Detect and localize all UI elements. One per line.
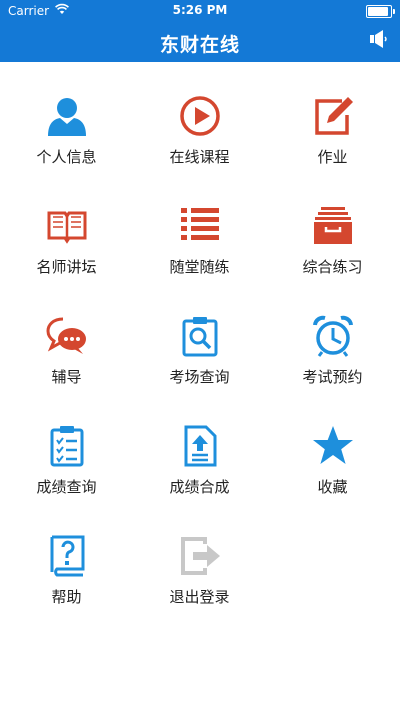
menu-item-label: 考试预约 — [302, 368, 363, 386]
menu-item-score-synthesis[interactable]: 成绩合成 — [133, 392, 266, 502]
menu-item-label: 辅导 — [51, 368, 82, 386]
archive-icon — [314, 207, 352, 244]
page-title: 东财在线 — [159, 34, 240, 56]
menu-item-comprehensive-exercise[interactable]: 综合练习 — [266, 172, 399, 282]
menu-item-label: 作业 — [317, 148, 348, 166]
menu-item-exam-booking[interactable]: 考试预约 — [266, 282, 399, 392]
chat-bubbles-icon — [46, 317, 86, 354]
menu-item-label: 帮助 — [51, 588, 82, 606]
clock: 5:26 PM — [172, 3, 228, 17]
play-circle-icon — [180, 96, 220, 136]
menu-item-label: 考场查询 — [169, 368, 230, 386]
menu-item-help[interactable]: 帮助 — [0, 502, 133, 612]
menu-item-lectures[interactable]: 名师讲坛 — [0, 172, 133, 282]
book-icon — [47, 211, 87, 244]
menu-item-label: 成绩合成 — [169, 478, 230, 496]
edit-icon — [315, 97, 353, 135]
menu-item-label: 收藏 — [317, 478, 348, 496]
menu-item-label: 成绩查询 — [36, 478, 97, 496]
app-header: Carrier 5:26 PM 东财在线 — [0, 0, 400, 62]
help-book-icon — [50, 535, 85, 577]
menu-item-label: 退出登录 — [169, 588, 230, 606]
list-icon — [181, 208, 219, 240]
menu-item-label: 综合练习 — [302, 258, 363, 276]
speaker-icon[interactable] — [368, 28, 390, 50]
checklist-clipboard-icon — [50, 426, 84, 467]
menu-item-favorites[interactable]: 收藏 — [266, 392, 399, 502]
menu-item-score-query[interactable]: 成绩查询 — [0, 392, 133, 502]
menu-item-label: 在线课程 — [169, 148, 230, 166]
alarm-clock-icon — [313, 315, 353, 357]
menu-item-personal-info[interactable]: 个人信息 — [0, 62, 133, 172]
logout-icon — [181, 537, 220, 575]
menu-item-label: 名师讲坛 — [36, 258, 97, 276]
battery-icon — [366, 5, 395, 18]
menu-item-homework[interactable]: 作业 — [266, 62, 399, 172]
menu-item-practice[interactable]: 随堂随练 — [133, 172, 266, 282]
menu-item-label: 随堂随练 — [169, 258, 230, 276]
menu-item-online-courses[interactable]: 在线课程 — [133, 62, 266, 172]
menu-item-logout[interactable]: 退出登录 — [133, 502, 266, 612]
menu-item-label: 个人信息 — [36, 148, 97, 166]
menu-item-tutoring[interactable]: 辅导 — [0, 282, 133, 392]
search-clipboard-icon — [182, 317, 218, 357]
document-upload-icon — [184, 425, 217, 467]
status-bar: Carrier 5:26 PM — [0, 0, 400, 22]
star-icon — [313, 426, 353, 464]
menu-item-exam-room-query[interactable]: 考场查询 — [133, 282, 266, 392]
person-icon — [48, 98, 86, 136]
